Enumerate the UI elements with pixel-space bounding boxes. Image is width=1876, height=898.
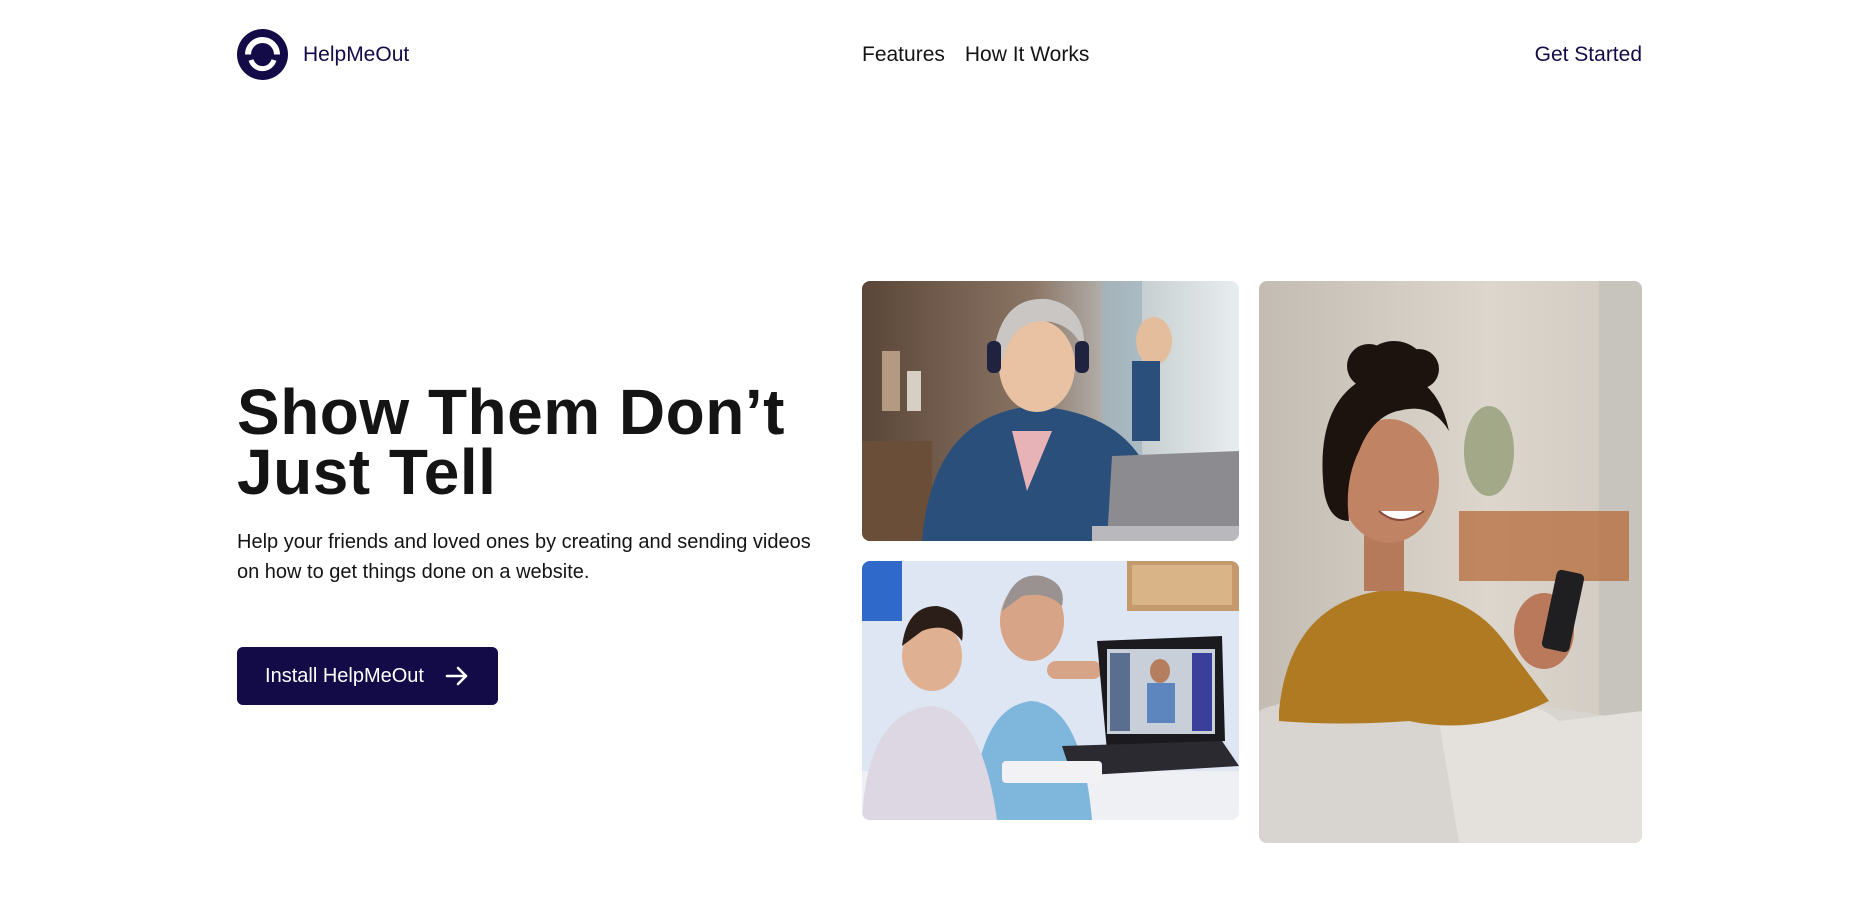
nav-how-it-works-link[interactable]: How It Works (965, 43, 1089, 67)
photo-man-boy-laptop-icon (862, 561, 1239, 820)
hero-subtext-line-2: on how to get things done on a website. (237, 561, 590, 583)
arrow-right-icon (445, 666, 468, 686)
install-button-label: Install HelpMeOut (265, 664, 424, 687)
hero-image-woman-laptop (862, 281, 1239, 541)
nav-features-link[interactable]: Features (862, 43, 945, 67)
hero-subtext: Help your friends and loved ones by crea… (237, 527, 837, 587)
photo-woman-smiling-phone-icon (1259, 281, 1642, 843)
brand-logo[interactable]: HelpMeOut (237, 29, 409, 80)
hero-subtext-line-1: Help your friends and loved ones by crea… (237, 531, 811, 553)
brand-name: HelpMeOut (303, 42, 410, 66)
get-started-link[interactable]: Get Started (1535, 43, 1642, 67)
ring-logo-icon (237, 29, 288, 80)
hero-headline: Show Them Don’t Just Tell (237, 376, 837, 508)
install-helpmeout-button[interactable]: Install HelpMeOut (237, 647, 498, 705)
landing-page: HelpMeOut Features How It Works Get Star… (0, 0, 1876, 898)
hero-headline-line-1: Show Them Don’t (237, 376, 785, 448)
main-nav: Features How It Works (862, 43, 1089, 67)
photo-woman-headphones-laptop-icon (862, 281, 1239, 541)
hero-image-man-boy-laptop (862, 561, 1239, 820)
hero-image-woman-phone (1259, 281, 1642, 843)
hero-headline-line-2: Just Tell (237, 436, 497, 508)
